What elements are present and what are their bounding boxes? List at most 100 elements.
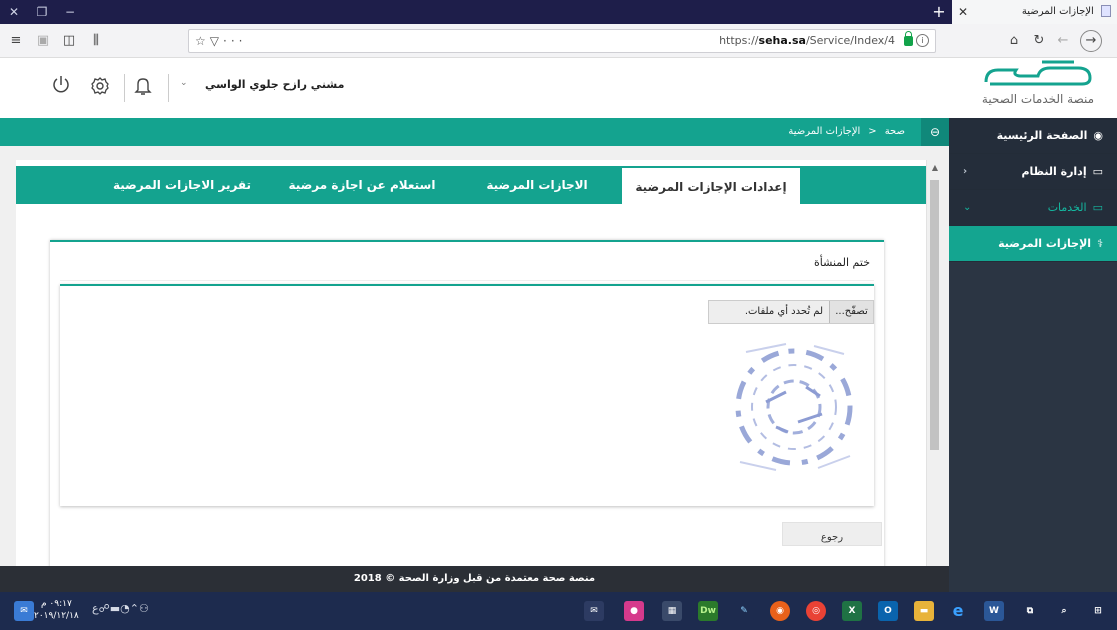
window-titlebar: ✕ ❐ − + الإجازات المرضية ✕ [0, 0, 1117, 24]
chevron-down-icon[interactable]: ⌄ [180, 78, 188, 88]
page-footer: منصة صحة معتمدة من قبل وزارة الصحة © 201… [0, 566, 949, 592]
chevron-left-icon: ‹ [963, 166, 968, 177]
power-icon[interactable] [50, 74, 72, 99]
outlook-icon[interactable]: O [878, 601, 898, 621]
sidebar-item-label: الإجازات المرضية [998, 237, 1092, 250]
sidebar-collapse-icon[interactable]: ⊖ [921, 118, 949, 146]
firefox-icon[interactable]: ◉ [770, 601, 790, 621]
stamp-image [735, 343, 853, 471]
bookmark-star-icon[interactable]: ☆ [195, 34, 210, 48]
battery-icon[interactable]: ▬ [110, 602, 120, 615]
windows-start-icon[interactable]: ⊞ [1088, 601, 1108, 621]
header-divider [168, 74, 169, 102]
search-icon[interactable]: ⌕ [1054, 601, 1074, 621]
bell-icon[interactable] [134, 76, 152, 99]
minimize-window-icon[interactable]: − [56, 0, 84, 24]
sidebar-toggle-icon[interactable]: ◫ [58, 24, 80, 58]
scroll-up-icon[interactable]: ▲ [930, 163, 940, 173]
url-host: seha.sa [758, 34, 806, 47]
scroll-thumb[interactable] [930, 180, 939, 450]
url-text[interactable]: https://seha.sa/Service/Index/4 [719, 30, 895, 52]
browse-button[interactable]: تصفّح... [829, 301, 873, 323]
back-button[interactable]: رجوع [782, 522, 882, 546]
language-icon[interactable]: ع [92, 602, 99, 615]
chevron-down-icon: ⌄ [963, 202, 972, 213]
breadcrumb-root[interactable]: صحة [885, 126, 905, 137]
pocket-icon[interactable]: ▽ [210, 34, 223, 48]
sidebar-item-home[interactable]: ◉ الصفحة الرئيسية [949, 118, 1117, 154]
close-window-icon[interactable]: ✕ [0, 0, 28, 24]
tab-sick-leave-inquiry[interactable]: استعلام عن اجازة مرضية [272, 166, 452, 204]
page-frame: إعدادات الإجازات المرضية الاجازات المرضي… [16, 160, 926, 592]
tab-sick-leaves[interactable]: الاجازات المرضية [452, 166, 622, 204]
sidebar-item-system-admin[interactable]: ▭ إدارة النظام ‹ [949, 154, 1117, 190]
chevron-up-icon[interactable]: ⌃ [130, 602, 139, 615]
breadcrumb-bar: ⊖ صحة < الإجازات المرضية [0, 118, 949, 146]
header-divider [124, 74, 125, 102]
browser-tab[interactable]: الإجازات المرضية ✕ [952, 0, 1117, 24]
os-taskbar: ✉ ٠٩:١٧ م ٢٠١٩/١٢/١٨ ع☍▬◔⌃⚇ ✉ ● ▦ Dw ✎ ◉… [0, 592, 1117, 630]
brand-logo[interactable]: منصة الخدمات الصحية [973, 60, 1103, 116]
menu-icon[interactable]: ≡ [4, 24, 28, 58]
tab-close-icon[interactable]: ✕ [958, 0, 968, 24]
breadcrumb-current: الإجازات المرضية [788, 126, 861, 137]
sidebar-item-sick-leaves[interactable]: ⚕ الإجازات المرضية [949, 226, 1117, 262]
info-icon[interactable]: i [916, 34, 929, 47]
restore-window-icon[interactable]: ❐ [28, 0, 56, 24]
laptop-icon: ▭ [1092, 201, 1103, 214]
reader-icon[interactable]: ▣ [32, 24, 54, 58]
tab-strip: إعدادات الإجازات المرضية الاجازات المرضي… [16, 166, 926, 206]
gear-icon[interactable] [90, 76, 110, 99]
mail-app-icon[interactable]: ✉ [584, 601, 604, 621]
system-tray: ع☍▬◔⌃⚇ [92, 602, 149, 615]
sidebar-item-label: إدارة النظام [1021, 165, 1087, 178]
new-tab-icon[interactable]: + [928, 0, 950, 24]
paint-icon[interactable]: ✎ [734, 601, 754, 621]
page-scrollbar[interactable]: ▲ ▼ [926, 160, 942, 592]
brand-tagline: منصة الخدمات الصحية [981, 92, 1095, 106]
tab-sick-leave-settings[interactable]: إعدادات الإجازات المرضية [622, 166, 800, 206]
laptop-icon: ▭ [1092, 165, 1103, 178]
browser-toolbar: ≡ ▣ ◫ ⫼ ☆▽··· https://seha.sa/Service/In… [0, 24, 1117, 58]
task-view-icon[interactable]: ⧉ [1020, 601, 1040, 621]
people-icon[interactable]: ⚇ [139, 602, 149, 615]
excel-icon[interactable]: X [842, 601, 862, 621]
clock-date: ٢٠١٩/١٢/١٨ [34, 611, 79, 621]
chrome-icon[interactable]: ◎ [806, 601, 826, 621]
url-scheme: https:// [719, 34, 759, 47]
address-bar[interactable]: ☆▽··· https://seha.sa/Service/Index/4 i [188, 29, 936, 53]
sidebar-item-services[interactable]: ▭ الخدمات ⌄ [949, 190, 1117, 226]
browser-tab-title: الإجازات المرضية [1021, 6, 1094, 17]
app-pink-icon[interactable]: ● [624, 601, 644, 621]
seha-logo-icon [984, 60, 1092, 86]
section-title: ختم المنشأة [814, 256, 870, 269]
system-clock[interactable]: ٠٩:١٧ م ٢٠١٩/١٢/١٨ [34, 598, 79, 622]
user-name[interactable]: مشني رازح جلوي الواسي [205, 78, 344, 91]
stethoscope-icon: ⚕ [1097, 237, 1103, 250]
app-header: منصة الخدمات الصحية مشني رازح جلوي الواس… [0, 58, 1117, 118]
word-icon[interactable]: W [984, 601, 1004, 621]
lock-icon[interactable] [904, 31, 913, 46]
file-explorer-icon[interactable]: ▬ [914, 601, 934, 621]
file-status: لم تُحدد أي ملفات. [744, 306, 823, 317]
notification-icon[interactable]: ✉ [14, 601, 34, 621]
sidebar: ◉ الصفحة الرئيسية ▭ إدارة النظام ‹ ▭ الخدما… [949, 118, 1117, 592]
stamp-file-input[interactable]: تصفّح... لم تُحدد أي ملفات. [708, 300, 874, 324]
page-actions-icon[interactable]: ··· [223, 34, 246, 48]
home-icon[interactable]: ⌂ [1002, 24, 1026, 58]
network-icon[interactable]: ☍ [99, 602, 110, 615]
dreamweaver-icon[interactable]: Dw [698, 601, 718, 621]
edge-icon[interactable]: e [948, 601, 968, 621]
tab-sick-leave-report[interactable]: تقرير الاجازات المرضية [92, 166, 272, 204]
stamp-upload-panel: تصفّح... لم تُحدد أي ملفات. [60, 284, 874, 506]
back-icon[interactable]: → [1078, 24, 1104, 58]
url-path: /Service/Index/4 [805, 34, 895, 47]
library-icon[interactable]: ⫼ [84, 24, 108, 58]
forward-icon[interactable]: ← [1052, 24, 1074, 58]
sidebar-item-label: الخدمات [1047, 201, 1087, 214]
calculator-icon[interactable]: ▦ [662, 601, 682, 621]
wifi-icon[interactable]: ◔ [120, 602, 130, 615]
sidebar-item-label: الصفحة الرئيسية [996, 129, 1088, 142]
clock-time: ٠٩:١٧ م [40, 599, 72, 609]
reload-icon[interactable]: ↻ [1028, 24, 1050, 58]
